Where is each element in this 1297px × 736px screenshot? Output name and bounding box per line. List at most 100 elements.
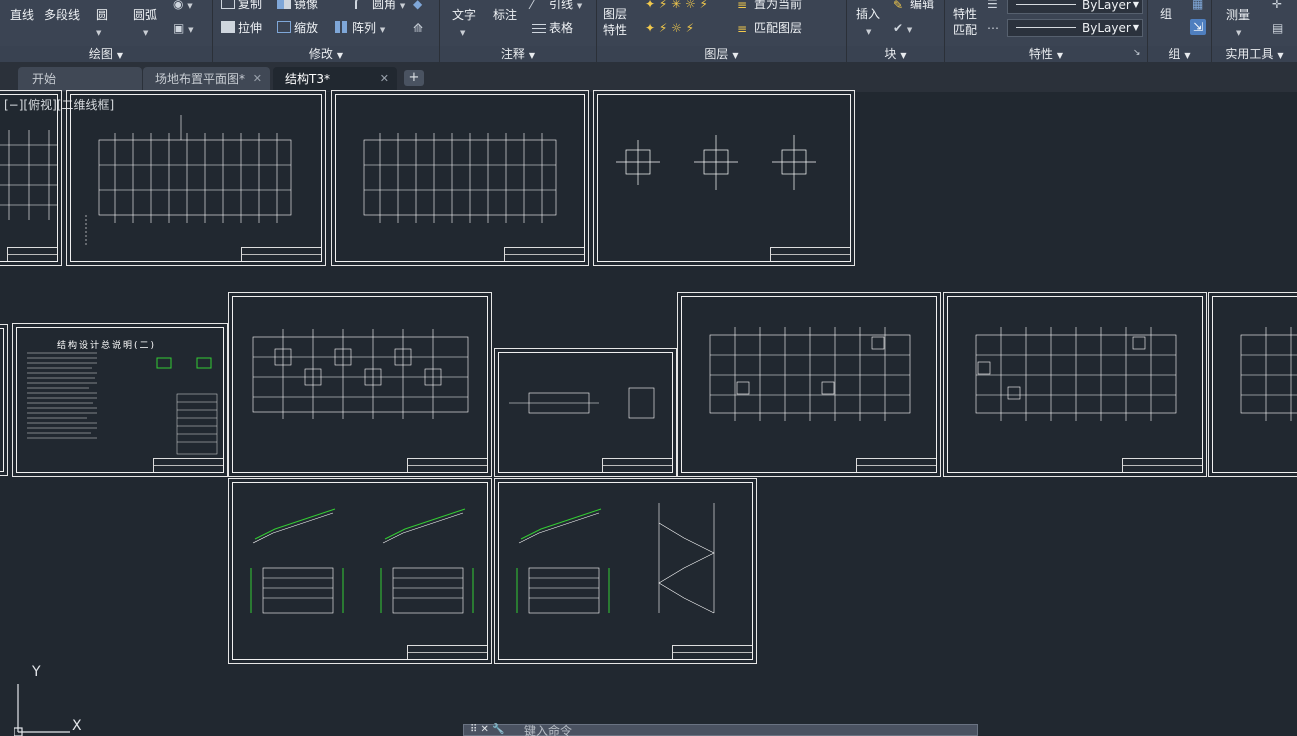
scale-tool[interactable]: 缩放 [277,20,318,36]
drawing-sheet[interactable] [331,90,589,266]
calculator-icon[interactable]: ▤ [1272,20,1283,36]
detail-drawing [616,135,816,190]
drawing-sheet[interactable] [66,90,326,266]
new-tab-button[interactable]: + [404,70,424,86]
panel-groups: 组 ▦ ⇲ 组 ▼ [1148,0,1212,62]
erase-icon[interactable]: ◆ [413,0,422,12]
group-select-icon[interactable]: ⇲ [1190,19,1206,35]
chevron-down-icon[interactable]: ▼ [1236,29,1241,37]
layer-icons-row-1[interactable]: ✦ ⚡ ✳ ☼ ⚡ [645,0,708,12]
drawing-sheet[interactable] [0,90,62,266]
drawing-sheet[interactable] [228,292,492,477]
fillet-tool[interactable]: 圆角 ▼ [355,0,405,14]
chevron-down-icon[interactable]: ▼ [96,29,101,37]
drawing-sheet[interactable] [943,292,1207,477]
title-block [770,247,850,261]
edit-block-tool[interactable]: ✎ 编辑 [893,0,934,12]
chevron-down-icon[interactable]: ▼ [143,29,148,37]
edit-block-icon: ✎ [893,0,904,12]
lineweight-select[interactable]: ByLayer ▼ [1007,19,1143,37]
match-layer-tool[interactable]: ≡ 匹配图层 [737,20,802,36]
linetype-select[interactable]: ByLayer ▼ [1007,0,1143,14]
point-icon[interactable]: ✛ [1272,0,1282,12]
panel-block: 插入 ▼ ✎ 编辑 ✔ ▼ 块 ▼ [847,0,945,62]
panel-title-utilities[interactable]: 实用工具 ▼ [1212,46,1297,62]
command-line[interactable]: ⠿ ✕ 🔧 键入命令 [463,724,978,736]
stair-detail-drawing [250,508,474,614]
drawing-sheet[interactable] [494,478,757,664]
title-block [1122,458,1202,472]
leader-icon [528,0,550,9]
line-tool[interactable]: 直线 [10,7,34,23]
panel-layers: 图层 特性 ✦ ⚡ ✳ ☼ ⚡ ✦ ⚡ ☼ ⚡ ≡ 置为当前 ≡ 匹配图层 图层 ▼ [597,0,847,62]
dimension-tool[interactable]: 标注 [493,7,517,23]
block-attr-icon[interactable]: ✔ ▼ [893,20,912,38]
ungroup-icon[interactable]: ▦ [1192,0,1203,12]
file-tab-bar: 开始 场地布置平面图* ✕ 结构T3* ✕ [0,62,1297,92]
panel-title-block[interactable]: 块 ▼ [847,46,944,62]
arc-tool[interactable]: 圆弧 ▼ [133,7,157,41]
mirror-tool[interactable]: 镜像 [277,0,318,12]
sheet-frame: 结构设计总说明(二) [16,327,224,473]
panel-title-annotation[interactable]: 注释 ▼ [440,46,596,62]
beam-plan-drawing [1240,327,1297,421]
table-tool[interactable]: 表格 [532,20,573,36]
tab-structure-t3[interactable]: 结构T3* ✕ [273,67,397,91]
section-detail-drawing [509,387,655,419]
drawing-sheet[interactable] [494,348,677,477]
panel-modify: 复制 镜像 圆角 ▼ 拉伸 缩放 阵列 ▼ ◆ ⟰ 修改 ▼ [213,0,440,62]
drawing-sheet[interactable] [0,324,8,476]
drawing-sheet[interactable] [593,90,855,266]
circle-tool[interactable]: 圆 ▼ [96,7,108,41]
drawing-sheet[interactable] [677,292,941,477]
stretch-icon [221,21,235,33]
close-icon[interactable]: ✕ [253,67,262,91]
copy-tool[interactable]: 复制 [221,0,262,12]
panel-title-groups[interactable]: 组 ▼ [1148,46,1211,62]
set-current-tool[interactable]: ≡ 置为当前 [737,0,802,12]
panel-title-draw[interactable]: 绘图 ▼ [0,46,212,62]
beam-plan-drawing [975,327,1177,421]
tab-site-layout[interactable]: 场地布置平面图* ✕ [143,67,270,91]
panel-title-modify[interactable]: 修改 ▼ [213,46,439,62]
ucs-icon: Y X [14,664,94,736]
close-icon[interactable]: ✕ [380,67,389,91]
chevron-down-icon[interactable]: ▼ [460,29,465,37]
panel-title-properties[interactable]: 特性 ▼ [945,46,1147,62]
tab-start[interactable]: 开始 [18,67,142,91]
beam-plan-drawing [709,327,911,421]
polyline-label: 多段线 [44,8,81,22]
offset-icon[interactable]: ⟰ [413,20,423,36]
scale-icon [277,21,291,33]
stretch-tool[interactable]: 拉伸 [221,20,262,36]
polyline-tool[interactable]: 多段线 [44,7,80,23]
measure-tool[interactable]: 测量 ▼ [1226,7,1250,41]
drawing-sheet[interactable] [1208,292,1297,477]
panel-launcher-icon[interactable]: ↘ [1133,45,1141,61]
panel-properties: 特性 匹配 ☰ ⋯ ByLayer ▼ ByLayer ▼ 特性 ▼ ↘ [945,0,1148,62]
drawing-canvas[interactable]: [−][俯视][二维线框] 结构设计总说明(二) Y X [0,90,1297,736]
array-tool[interactable]: 阵列 ▼ [335,20,385,38]
title-block [241,247,321,261]
array-icon [335,21,349,33]
title-block [407,645,487,659]
title-block [602,458,672,472]
title-block [407,458,487,472]
command-input[interactable]: 键入命令 [524,722,572,736]
chevron-down-icon[interactable]: ▼ [1133,20,1139,36]
command-line-controls[interactable]: ⠿ ✕ 🔧 [470,724,505,735]
layer-properties-tool[interactable]: 图层 特性 [603,6,627,38]
group-tool[interactable]: 组 [1160,6,1172,22]
chevron-down-icon[interactable]: ▼ [866,28,871,36]
hatch-icon[interactable]: ◉ ▼ [173,0,193,14]
panel-title-layers[interactable]: 图层 ▼ [597,46,846,62]
chevron-down-icon[interactable]: ▼ [1133,0,1139,13]
leader-tool[interactable]: 引线 ▼ [528,0,582,14]
drawing-sheet[interactable] [228,478,492,664]
text-tool[interactable]: 文字 ▼ [452,7,476,41]
insert-tool[interactable]: 插入 ▼ [856,6,880,40]
layer-icons-row-2[interactable]: ✦ ⚡ ☼ ⚡ [645,20,694,36]
drawing-sheet[interactable]: 结构设计总说明(二) [12,323,228,477]
region-icon[interactable]: ▣ ▼ [173,20,194,38]
match-properties-tool[interactable]: 特性 匹配 [953,6,977,38]
